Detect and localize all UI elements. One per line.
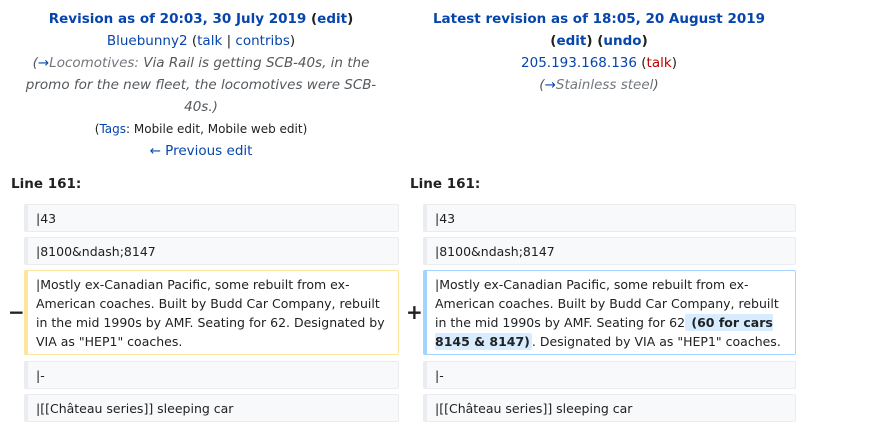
- old-tags: (Tags: Mobile edit, Mobile web edit): [94, 122, 308, 136]
- new-edit-link[interactable]: edit: [556, 33, 586, 49]
- diff-context-right: |[[Château series]] sleeping car: [423, 394, 796, 422]
- new-user-link[interactable]: 205.193.168.136: [521, 55, 637, 71]
- new-talk-link[interactable]: talk: [647, 55, 672, 71]
- diff-context-right: |-: [423, 361, 796, 389]
- new-summary-text: Stainless steel: [555, 77, 654, 93]
- old-revision-header: Revision as of 20:03, 30 July 2019 (edit…: [11, 0, 391, 162]
- previous-edit-link[interactable]: ← Previous edit: [150, 143, 253, 159]
- old-section-arrow[interactable]: →: [38, 55, 49, 71]
- old-user-link[interactable]: Bluebunny2: [107, 33, 188, 49]
- left-line-label: Line 161:: [11, 176, 82, 192]
- added-line-marker: +: [406, 300, 423, 324]
- old-user-line: Bluebunny2 (talk | contribs): [106, 33, 296, 49]
- diff-context-right: |43: [423, 204, 796, 232]
- old-revision-link[interactable]: Revision as of 20:03, 30 July 2019: [49, 11, 307, 27]
- old-edit-link[interactable]: edit: [317, 11, 347, 27]
- diff-context-left: |-: [24, 361, 399, 389]
- new-section-arrow[interactable]: →: [545, 77, 556, 93]
- diff-deleted-line: |Mostly ex-Canadian Pacific, some rebuil…: [24, 270, 399, 355]
- diff-context-right: |8100&ndash;8147: [423, 237, 796, 265]
- new-revision-link[interactable]: Latest revision as of 18:05, 20 August 2…: [433, 11, 765, 27]
- old-talk-link[interactable]: talk: [197, 33, 222, 49]
- new-edit-summary: (→Stainless steel): [539, 77, 659, 93]
- old-edit-summary: (→Locomotives: Via Rail is getting SCB-4…: [25, 55, 377, 115]
- new-user-line: 205.193.168.136 (talk): [521, 55, 677, 71]
- right-line-label: Line 161:: [410, 176, 481, 192]
- old-section-name: Locomotives:: [49, 55, 139, 71]
- deleted-line-marker: −: [8, 300, 25, 324]
- diff-context-left: |43: [24, 204, 399, 232]
- diff-context-left: |[[Château series]] sleeping car: [24, 394, 399, 422]
- tags-link[interactable]: Tags: [99, 122, 126, 136]
- old-contribs-link[interactable]: contribs: [235, 33, 289, 49]
- diff-added-line: |Mostly ex-Canadian Pacific, some rebuil…: [423, 270, 796, 355]
- diff-context-left: |8100&ndash;8147: [24, 237, 399, 265]
- undo-link[interactable]: undo: [603, 33, 641, 49]
- new-revision-header: Latest revision as of 18:05, 20 August 2…: [410, 0, 788, 96]
